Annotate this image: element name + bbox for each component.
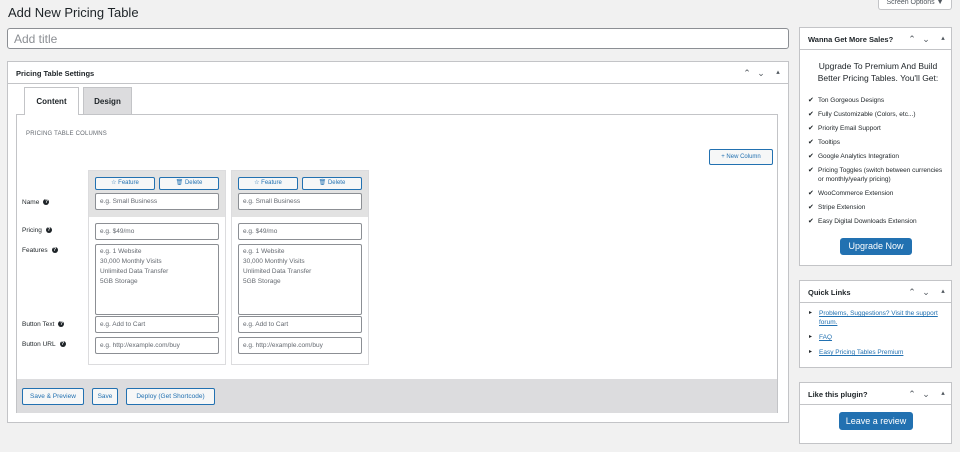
toggle-panel-icon[interactable]: ▴ — [772, 67, 784, 79]
button-text-input[interactable]: e.g. Add to Cart — [95, 316, 219, 333]
help-icon[interactable]: ? — [51, 247, 58, 254]
like-plugin-box: Like this plugin? ⌃ ⌄ ▴ Leave a review — [799, 382, 952, 444]
pricing-column-2: ☆ Feature 🗑 Delete e.g. Small Business e… — [231, 170, 369, 365]
help-icon[interactable]: ? — [58, 321, 65, 328]
pricing-column-1: ☆ Feature 🗑 Delete e.g. Small Business e… — [88, 170, 226, 365]
pricing-input[interactable]: e.g. $49/mo — [238, 223, 362, 240]
toggle-panel-icon[interactable]: ▴ — [937, 33, 949, 45]
features-textarea[interactable]: e.g. 1 Website 30,000 Monthly Visits Unl… — [95, 244, 219, 315]
tab-design[interactable]: Design — [83, 87, 132, 115]
move-up-icon[interactable]: ⌃ — [906, 388, 918, 400]
list-item: ✔ Priority Email Support — [808, 125, 881, 132]
arrow-right-icon: ▸ — [809, 334, 813, 340]
section-label: PRICING TABLE COLUMNS — [26, 131, 107, 137]
support-link[interactable]: ▸ Problems, Suggestions? Visit the suppor… — [809, 309, 941, 327]
save-preview-button[interactable]: Save & Preview — [22, 388, 84, 405]
button-text-input[interactable]: e.g. Add to Cart — [238, 316, 362, 333]
check-icon: ✔ — [808, 125, 814, 132]
check-icon: ✔ — [808, 204, 814, 211]
screen-options-button[interactable]: Screen Options ▼ — [878, 0, 952, 10]
feature-line: e.g. 1 Website — [243, 248, 285, 255]
row-label-pricing: Pricing? — [22, 227, 52, 234]
check-icon: ✔ — [808, 111, 814, 118]
quick-links-title: Quick Links — [808, 288, 851, 297]
move-down-icon[interactable]: ⌄ — [920, 33, 932, 45]
feature-line: 30,000 Monthly Visits — [100, 258, 162, 265]
row-label-name: Name? — [22, 199, 50, 206]
feature-button[interactable]: ☆ Feature — [95, 177, 155, 190]
button-url-input[interactable]: e.g. http://example.com/buy — [95, 337, 219, 354]
feature-list: ✔ Ton Gorgeous Designs ✔ Fully Customizabl… — [808, 96, 948, 226]
sales-box-title: Wanna Get More Sales? — [808, 35, 894, 44]
check-icon: ✔ — [808, 218, 814, 225]
check-icon: ✔ — [808, 167, 814, 174]
move-up-icon[interactable]: ⌃ — [906, 286, 918, 298]
check-icon: ✔ — [808, 139, 814, 146]
check-icon: ✔ — [808, 190, 814, 197]
row-label-features: Features? — [22, 247, 58, 254]
help-icon[interactable]: ? — [59, 341, 66, 348]
move-up-icon[interactable]: ⌃ — [906, 33, 918, 45]
list-item: ✔ Tooltips — [808, 139, 841, 146]
arrow-right-icon: ▸ — [809, 349, 813, 355]
settings-box-header: Pricing Table Settings — [8, 62, 788, 84]
feature-line: e.g. 1 Website — [100, 248, 142, 255]
pricing-input[interactable]: e.g. $49/mo — [95, 223, 219, 240]
tab-content[interactable]: Content — [24, 87, 79, 115]
new-column-button[interactable]: + New Column — [709, 149, 773, 165]
move-down-icon[interactable]: ⌄ — [755, 67, 767, 79]
feature-line: Unlimited Data Transfer — [243, 268, 312, 275]
feature-line: Unlimited Data Transfer — [100, 268, 169, 275]
help-icon[interactable]: ? — [43, 199, 50, 206]
list-item: ✔ Google Analytics Integration — [808, 153, 899, 160]
action-footer: Save & Preview Save Deploy (Get Shortcod… — [17, 379, 777, 413]
delete-button[interactable]: 🗑 Delete — [159, 177, 219, 190]
help-icon[interactable]: ? — [45, 227, 52, 234]
delete-button[interactable]: 🗑 Delete — [302, 177, 362, 190]
toggle-panel-icon[interactable]: ▴ — [937, 286, 949, 298]
name-input[interactable]: e.g. Small Business — [95, 193, 219, 210]
premium-link[interactable]: ▸ Easy Pricing Tables Premium — [809, 348, 941, 357]
leave-review-button[interactable]: Leave a review — [839, 412, 913, 430]
move-down-icon[interactable]: ⌄ — [920, 388, 932, 400]
faq-link[interactable]: ▸ FAQ — [809, 333, 941, 342]
list-item: ✔ Easy Digital Downloads Extension — [808, 218, 917, 225]
list-item: ✔ Fully Customizable (Colors, etc...) — [808, 111, 916, 118]
button-url-input[interactable]: e.g. http://example.com/buy — [238, 337, 362, 354]
page-title: Add New Pricing Table — [8, 5, 139, 20]
quick-links-box: Quick Links ⌃ ⌄ ▴ ▸ Problems, Suggestions… — [799, 280, 952, 368]
features-textarea[interactable]: e.g. 1 Website 30,000 Monthly Visits Unl… — [238, 244, 362, 315]
check-icon: ✔ — [808, 97, 814, 104]
name-input[interactable]: e.g. Small Business — [238, 193, 362, 210]
feature-line: 5GB Storage — [243, 278, 281, 285]
move-down-icon[interactable]: ⌄ — [920, 286, 932, 298]
settings-box-title: Pricing Table Settings — [16, 69, 95, 78]
quick-links-list: ▸ Problems, Suggestions? Visit the suppor… — [809, 309, 941, 357]
list-item: ✔ Stripe Extension — [808, 204, 866, 211]
deploy-button[interactable]: Deploy (Get Shortcode) — [126, 388, 215, 405]
list-item: ✔ Ton Gorgeous Designs — [808, 97, 885, 104]
title-input[interactable]: Add title — [7, 28, 789, 49]
list-item: ✔ Pricing Toggles (switch between currenc… — [808, 167, 943, 183]
save-button[interactable]: Save — [92, 388, 118, 405]
feature-line: 5GB Storage — [100, 278, 138, 285]
sales-intro: Upgrade To Premium And Build Better Pric… — [817, 61, 939, 83]
toggle-panel-icon[interactable]: ▴ — [937, 388, 949, 400]
feature-line: 30,000 Monthly Visits — [243, 258, 305, 265]
arrow-right-icon: ▸ — [809, 310, 813, 316]
upgrade-now-button[interactable]: Upgrade Now — [840, 238, 912, 255]
row-label-button-text: Button Text? — [22, 321, 65, 328]
feature-button[interactable]: ☆ Feature — [238, 177, 298, 190]
check-icon: ✔ — [808, 153, 814, 160]
move-up-icon[interactable]: ⌃ — [741, 67, 753, 79]
row-label-button-url: Button URL? — [22, 341, 66, 348]
list-item: ✔ WooCommerce Extension — [808, 190, 894, 197]
like-box-title: Like this plugin? — [808, 390, 868, 399]
sales-box: Wanna Get More Sales? ⌃ ⌄ ▴ Upgrade To P… — [799, 27, 952, 266]
